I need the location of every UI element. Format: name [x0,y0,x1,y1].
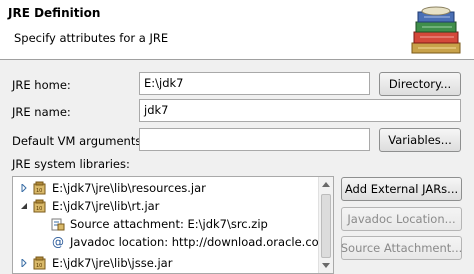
jar-icon: 10 [33,199,46,213]
scrollbar-thumb[interactable] [321,194,331,258]
collapse-arrow-icon[interactable] [19,201,29,211]
library-label: E:\jdk7\jre\lib\jsse.jar [52,256,173,270]
source-attachment-button[interactable]: Source Attachment... [341,236,462,260]
library-item[interactable]: 10 E:\jdk7\jre\lib\jsse.jar [19,254,172,272]
directory-button[interactable]: Directory... [379,72,461,96]
javadoc-location-item[interactable]: @ Javadoc location: http://download.orac… [51,233,334,251]
jre-name-field[interactable]: jdk7 [139,99,461,122]
source-attachment-icon [51,218,65,231]
javadoc-location-label: Javadoc location: http://download.oracle… [70,235,334,249]
page-subtitle: Specify attributes for a JRE [14,31,169,45]
library-item[interactable]: 10 E:\jdk7\jre\lib\rt.jar [19,197,159,215]
source-attachment-item[interactable]: Source attachment: E:\jdk7\src.zip [51,215,268,233]
svg-text:10: 10 [36,188,42,194]
vm-arguments-label: Default VM arguments: [12,134,146,148]
jar-icon: 10 [33,256,46,270]
tree-scrollbar[interactable] [318,177,333,273]
jre-name-label: JRE name: [12,105,71,119]
expand-arrow-icon[interactable] [19,258,29,268]
page-title: JRE Definition [8,6,101,20]
library-label: E:\jdk7\jre\lib\rt.jar [52,199,160,213]
expand-arrow-icon[interactable] [19,183,29,193]
vm-arguments-field[interactable] [139,128,370,151]
svg-text:10: 10 [36,263,42,269]
at-sign-icon: @ [52,235,64,249]
jre-home-field[interactable]: E:\jdk7 [139,72,370,95]
system-libraries-tree[interactable]: 10 E:\jdk7\jre\lib\resources.jar 10 E:\j… [12,176,334,274]
library-item[interactable]: 10 E:\jdk7\jre\lib\resources.jar [19,179,206,197]
add-external-jars-button[interactable]: Add External JARs... [341,177,462,201]
dialog-header: JRE Definition Specify attributes for a … [0,0,474,60]
scroll-up-icon[interactable] [322,182,330,187]
system-libraries-label: JRE system libraries: [12,157,130,171]
variables-button[interactable]: Variables... [379,128,461,152]
jar-icon: 10 [33,181,46,195]
javadoc-location-button[interactable]: Javadoc Location... [341,207,462,231]
source-attachment-label: Source attachment: E:\jdk7\src.zip [70,217,268,231]
svg-text:10: 10 [36,206,42,212]
scroll-down-icon[interactable] [322,263,330,268]
library-books-icon [411,6,461,54]
library-label: E:\jdk7\jre\lib\resources.jar [52,181,206,195]
jre-home-label: JRE home: [12,78,71,92]
